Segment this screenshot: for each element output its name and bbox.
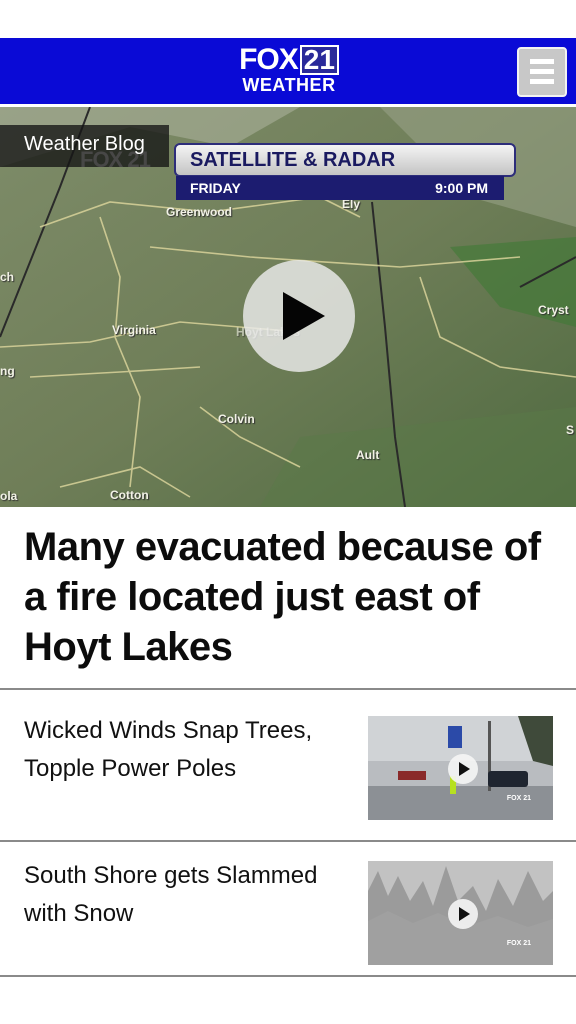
main-headline[interactable]: Many evacuated because of a fire located… bbox=[24, 522, 554, 672]
play-button[interactable] bbox=[243, 260, 355, 372]
hamburger-line bbox=[530, 69, 554, 74]
map-label: Colvin bbox=[218, 412, 255, 426]
map-label: ola bbox=[0, 489, 18, 503]
story-title[interactable]: South Shore gets Slammed with Snow bbox=[24, 857, 344, 933]
map-label: Ault bbox=[356, 448, 380, 462]
story-item[interactable]: Wicked Winds Snap Trees, Topple Power Po… bbox=[0, 690, 576, 824]
graphic-day: FRIDAY bbox=[190, 180, 241, 196]
play-icon bbox=[459, 762, 470, 776]
thumbnail-play-button[interactable] bbox=[448, 754, 478, 784]
hamburger-menu-icon bbox=[530, 59, 554, 64]
story-thumbnail[interactable]: FOX 21 bbox=[368, 716, 553, 820]
map-label: ng bbox=[0, 364, 15, 378]
story-title[interactable]: Wicked Winds Snap Trees, Topple Power Po… bbox=[24, 712, 344, 788]
story-thumbnail[interactable]: FOX 21 bbox=[368, 861, 553, 965]
play-icon bbox=[459, 907, 470, 921]
divider bbox=[0, 975, 576, 977]
featured-video[interactable]: Greenwood Ely Virginia Hoyt Lakes Colvin… bbox=[0, 107, 576, 507]
thumbnail-logo: FOX 21 bbox=[506, 940, 531, 947]
graphic-title: SATELLITE & RADAR bbox=[174, 143, 516, 177]
story-item[interactable]: South Shore gets Slammed with Snow FOX 2… bbox=[0, 835, 576, 969]
thumbnail-logo: FOX 21 bbox=[506, 795, 531, 802]
map-label: Cotton bbox=[110, 488, 149, 502]
thumbnail-play-button[interactable] bbox=[448, 899, 478, 929]
play-icon bbox=[283, 292, 325, 340]
map-label: Virginia bbox=[112, 323, 156, 337]
status-bar-area bbox=[0, 0, 576, 38]
category-tag[interactable]: Weather Blog bbox=[0, 125, 169, 167]
logo-fox-text: FOX bbox=[239, 43, 299, 76]
satellite-radar-graphic: FOX 21 SATELLITE & RADAR FRIDAY 9:00 PM bbox=[80, 143, 516, 203]
menu-button[interactable] bbox=[517, 47, 567, 97]
graphic-info-bar: FRIDAY 9:00 PM bbox=[176, 176, 504, 200]
app-header: FOX 21 WEATHER bbox=[0, 38, 576, 106]
map-label: Greenwood bbox=[166, 205, 233, 219]
graphic-time: 9:00 PM bbox=[435, 180, 488, 196]
logo-weather-text: WEATHER bbox=[242, 75, 336, 95]
fox21-weather-logo[interactable]: FOX 21 WEATHER bbox=[237, 45, 341, 97]
map-label: Cryst bbox=[538, 303, 569, 317]
logo-number: 21 bbox=[299, 45, 339, 75]
hamburger-line bbox=[530, 79, 554, 84]
map-label: S bbox=[566, 423, 575, 437]
map-label: ch bbox=[0, 270, 15, 284]
